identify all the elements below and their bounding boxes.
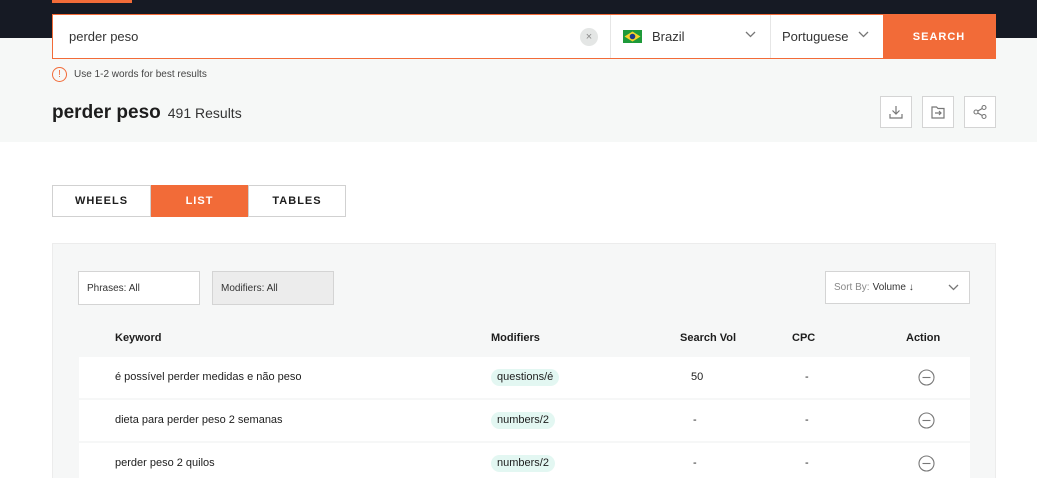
active-nav-indicator	[52, 0, 132, 3]
sort-select[interactable]: Sort By: Volume ↓	[825, 271, 970, 304]
export-icon	[931, 106, 945, 119]
search-hint: ! Use 1-2 words for best results	[52, 67, 207, 82]
language-select[interactable]: Portuguese	[771, 15, 883, 58]
download-button[interactable]	[880, 96, 912, 128]
search-vol-cell: -	[693, 414, 697, 426]
modifier-tag[interactable]: numbers/2	[491, 412, 555, 429]
tab-wheels[interactable]: WHEELS	[52, 185, 151, 217]
language-label: Portuguese	[782, 29, 849, 44]
search-vol-cell: -	[693, 457, 697, 469]
chevron-down-icon	[858, 31, 869, 38]
results-count: 491 Results	[167, 105, 242, 121]
header-search-vol[interactable]: Search Vol	[680, 332, 736, 344]
modifiers-filter[interactable]: Modifiers: All	[212, 271, 334, 305]
header-cpc[interactable]: CPC	[792, 332, 815, 344]
download-icon	[889, 106, 903, 119]
minus-circle-icon[interactable]	[918, 412, 935, 429]
view-toggle: WHEELS LIST TABLES	[52, 185, 346, 217]
table-row[interactable]: dieta para perder peso 2 semanas numbers…	[79, 400, 970, 441]
header-modifiers[interactable]: Modifiers	[491, 332, 540, 344]
search-button[interactable]: SEARCH	[883, 15, 995, 58]
country-label: Brazil	[652, 29, 685, 44]
info-icon: !	[52, 67, 67, 82]
table-row[interactable]: perder peso 2 quilos numbers/2 - -	[79, 443, 970, 478]
keyword-cell: perder peso 2 quilos	[115, 457, 215, 469]
phrases-filter[interactable]: Phrases: All	[78, 271, 200, 305]
cpc-cell: -	[805, 371, 809, 383]
cpc-cell: -	[805, 414, 809, 426]
search-bar: × Brazil Portuguese SEARCH	[52, 14, 996, 59]
header-action: Action	[906, 332, 941, 344]
minus-circle-icon[interactable]	[918, 369, 935, 386]
chevron-down-icon	[745, 31, 756, 38]
modifier-tag[interactable]: questions/é	[491, 369, 560, 386]
search-input-wrapper: ×	[53, 15, 611, 58]
results-title: perder peso 491 Results	[52, 102, 242, 124]
results-term: perder peso	[52, 102, 161, 123]
country-select[interactable]: Brazil	[611, 15, 771, 58]
search-input[interactable]	[53, 15, 610, 58]
sort-value: Volume ↓	[872, 282, 914, 293]
modifier-tag[interactable]: numbers/2	[491, 455, 555, 472]
brazil-flag-icon	[623, 30, 642, 43]
sort-prefix: Sort By:	[834, 282, 870, 293]
cpc-cell: -	[805, 457, 809, 469]
keyword-cell: dieta para perder peso 2 semanas	[115, 414, 283, 426]
table-row[interactable]: é possível perder medidas e não peso que…	[79, 357, 970, 398]
minus-circle-icon[interactable]	[918, 455, 935, 472]
share-button[interactable]	[964, 96, 996, 128]
tab-list[interactable]: LIST	[151, 185, 248, 217]
modifiers-filter-label: Modifiers: All	[221, 282, 278, 294]
header-keyword[interactable]: Keyword	[115, 332, 161, 344]
close-icon[interactable]: ×	[580, 28, 598, 46]
export-button[interactable]	[922, 96, 954, 128]
chevron-down-icon	[948, 284, 959, 291]
share-icon	[973, 104, 987, 120]
keyword-cell: é possível perder medidas e não peso	[115, 371, 302, 383]
phrases-filter-label: Phrases: All	[87, 282, 140, 294]
hint-text: Use 1-2 words for best results	[74, 69, 207, 80]
search-vol-cell: 50	[691, 371, 704, 383]
keyword-list-panel: Phrases: All Modifiers: All Sort By: Vol…	[52, 243, 996, 478]
tab-tables[interactable]: TABLES	[248, 185, 346, 217]
